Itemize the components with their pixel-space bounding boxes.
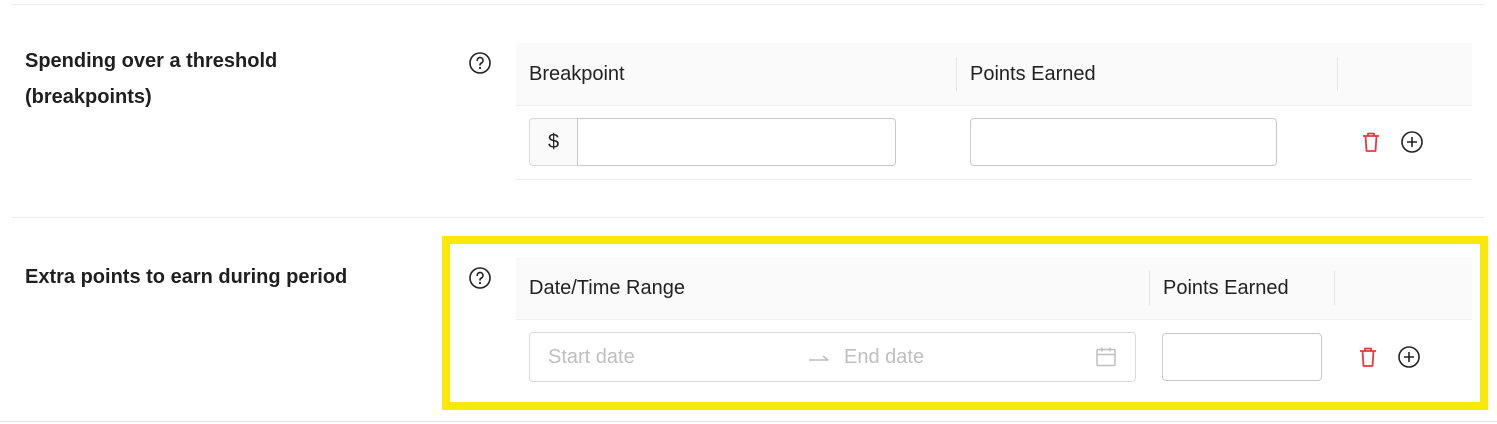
breakpoints-label-line1: Spending over a threshold xyxy=(25,50,278,72)
column-header-points-earned: Points Earned xyxy=(970,63,1096,85)
trash-icon[interactable] xyxy=(1359,130,1383,154)
column-header-breakpoint: Breakpoint xyxy=(529,63,625,85)
top-divider xyxy=(12,4,1484,5)
breakpoints-table: Breakpoint Points Earned $ xyxy=(516,43,1472,181)
breakpoint-input[interactable] xyxy=(577,118,896,166)
table-bottom-border xyxy=(516,179,1472,180)
currency-prefix: $ xyxy=(529,118,577,166)
breakpoints-table-header: Breakpoint Points Earned xyxy=(516,43,1472,106)
breakpoints-label: Spending over a threshold (breakpoints) xyxy=(25,43,277,115)
bottom-divider xyxy=(0,421,1497,422)
plus-circle-icon[interactable] xyxy=(1400,130,1424,154)
question-circle-icon[interactable] xyxy=(468,51,492,75)
column-separator xyxy=(1337,57,1338,91)
breakpoints-label-line2: (breakpoints) xyxy=(25,86,152,108)
highlight-box xyxy=(442,236,1488,410)
period-label: Extra points to earn during period xyxy=(25,266,348,288)
section-divider xyxy=(12,217,1484,218)
points-earned-input[interactable] xyxy=(970,118,1277,166)
